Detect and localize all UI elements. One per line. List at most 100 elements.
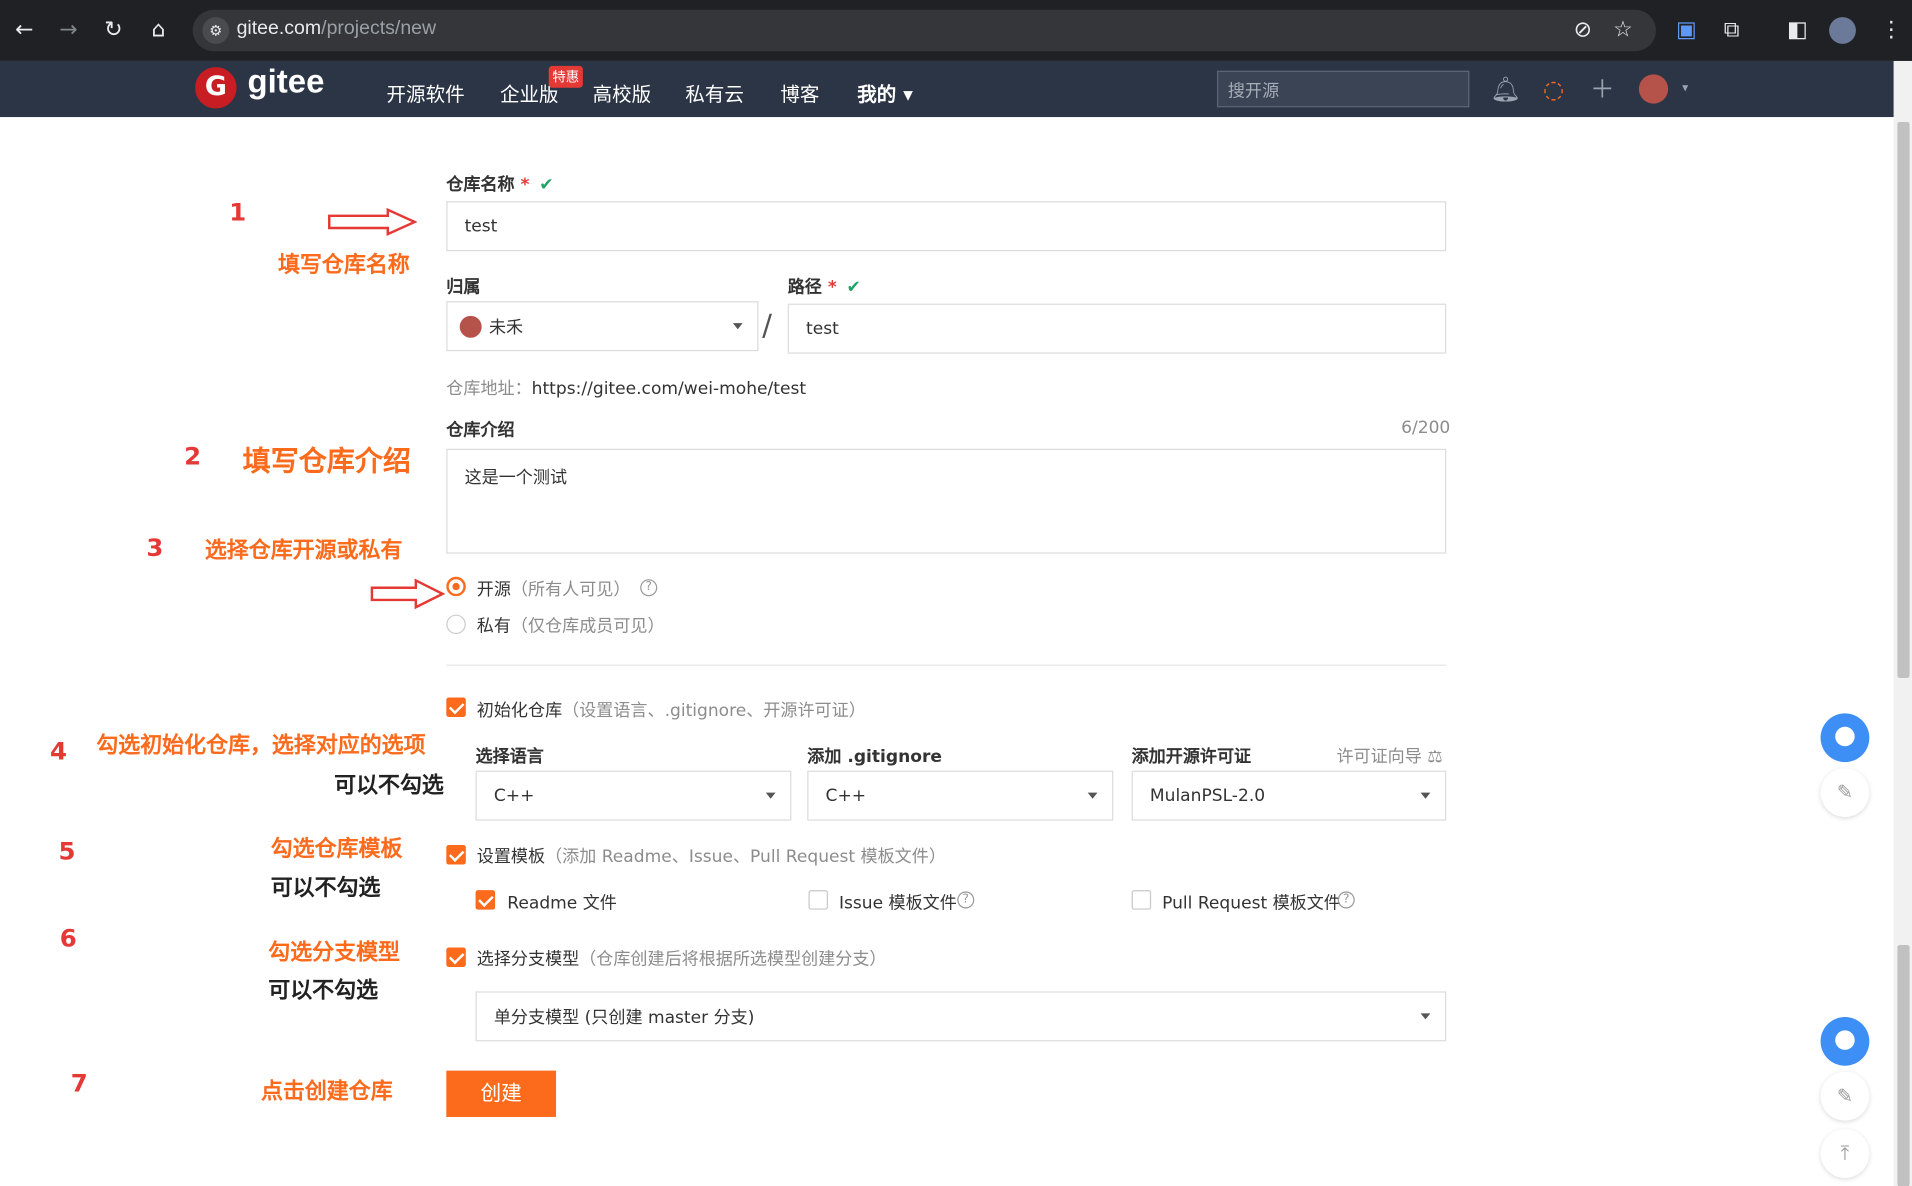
scrollbar-thumb[interactable] — [1897, 121, 1910, 678]
license-guide-link[interactable]: 许可证向导 ⚖ — [1336, 744, 1442, 768]
pr-template-checkbox[interactable] — [1131, 890, 1152, 910]
nav-item-blog[interactable]: 博客 — [780, 78, 819, 107]
path-separator: / — [762, 308, 772, 343]
private-radio[interactable] — [446, 614, 466, 635]
check-icon: ✔ — [846, 278, 861, 298]
page: ← → ↻ ⌂ ⚙ gitee.com/projects/new ⊘ ☆ ▣ ⧉… — [0, 0, 1912, 1186]
bell-icon[interactable]: 🔔︎ — [1490, 74, 1521, 103]
nav-item-mine-label: 我的 — [857, 82, 897, 107]
annotation-number-6: 6 — [59, 923, 77, 953]
star-icon[interactable]: ☆ — [1610, 17, 1637, 44]
desc-char-count: 6/200 — [1401, 418, 1451, 438]
forward-icon[interactable]: → — [55, 17, 82, 44]
site-info-icon[interactable]: ⚙ — [202, 17, 230, 44]
home-icon[interactable]: ⌂ — [145, 17, 172, 44]
template-checkbox[interactable] — [446, 845, 466, 865]
branch-model-checkbox[interactable] — [446, 947, 466, 967]
repo-address-value: https://gitee.com/wei-mohe/test — [531, 379, 807, 399]
help-icon[interactable]: ? — [1337, 891, 1355, 909]
license-select[interactable]: MulanPSL-2.0 — [1131, 770, 1447, 821]
user-avatar[interactable] — [1638, 74, 1669, 104]
side-panel-icon[interactable]: ◧ — [1784, 17, 1811, 44]
private-option[interactable]: 私有（仅仓库成员可见） — [477, 613, 665, 637]
init-repo-option[interactable]: 初始化仓库（设置语言、.gitignore、开源许可证） — [477, 697, 866, 721]
public-radio[interactable] — [446, 576, 466, 597]
branch-model-option[interactable]: 选择分支模型（仓库创建后将根据所选模型创建分支） — [477, 946, 887, 970]
feedback-edit-icon[interactable]: ✎ — [1820, 1071, 1870, 1121]
help-icon[interactable]: ? — [957, 891, 975, 909]
chevron-down-icon — [1087, 792, 1098, 799]
back-icon[interactable]: ← — [11, 17, 38, 44]
chat-assistant-icon[interactable] — [1820, 713, 1870, 763]
arrow-right-icon — [370, 578, 446, 610]
annotation-text-1: 填写仓库名称 — [278, 252, 410, 279]
annotation-number-7: 7 — [70, 1068, 88, 1098]
annotation-number-3: 3 — [146, 532, 164, 563]
path-label: 路径 * ✔ — [788, 274, 861, 298]
profile-avatar-icon[interactable] — [1829, 17, 1856, 44]
chevron-down-icon[interactable]: ▾ — [1671, 74, 1700, 103]
extensions-icon[interactable]: ⧉ — [1718, 17, 1745, 44]
back-to-top-icon[interactable]: ⤒ — [1820, 1129, 1870, 1178]
arrow-right-icon — [328, 207, 418, 237]
template-option[interactable]: 设置模板（添加 Readme、Issue、Pull Request 模板文件） — [477, 844, 946, 868]
feedback-edit-icon[interactable]: ✎ — [1820, 768, 1870, 817]
promo-badge: 特惠 — [548, 65, 583, 88]
nav-item-education[interactable]: 高校版 — [593, 78, 652, 107]
public-option[interactable]: 开源（所有人可见） — [477, 577, 631, 601]
pr-template-label[interactable]: Pull Request 模板文件 — [1162, 890, 1341, 914]
annotation-text-6: 勾选分支模型 — [268, 940, 400, 966]
chat-assistant-icon[interactable] — [1820, 1016, 1870, 1066]
public-hint: （所有人可见） — [510, 580, 631, 600]
branch-model-value: 单分支模型 (只创建 master 分支) — [493, 1007, 755, 1028]
annotation-number-4: 4 — [49, 736, 67, 766]
menu-icon[interactable]: ⋮ — [1878, 17, 1905, 44]
owner-select[interactable]: 未禾 — [446, 301, 759, 352]
annotation-number-5: 5 — [58, 836, 76, 866]
annotation-text-5: 勾选仓库模板 — [270, 836, 403, 863]
reload-icon[interactable]: ↻ — [100, 17, 127, 44]
scale-icon: ⚖ — [1427, 747, 1443, 768]
language-label: 选择语言 — [475, 747, 544, 768]
search-input[interactable]: 搜开源 — [1216, 70, 1470, 108]
divider — [446, 664, 1447, 666]
issue-template-label[interactable]: Issue 模板文件 — [839, 890, 957, 914]
issue-template-checkbox[interactable] — [808, 890, 828, 910]
path-input[interactable]: test — [787, 303, 1447, 354]
readme-checkbox[interactable] — [475, 890, 496, 910]
eye-off-icon[interactable]: ⊘ — [1569, 17, 1596, 44]
lightbulb-icon[interactable]: ◌ — [1539, 74, 1568, 103]
gitee-logo-icon[interactable]: G — [195, 67, 237, 109]
license-value: MulanPSL-2.0 — [1149, 785, 1266, 806]
scrollbar-thumb-lower[interactable] — [1897, 945, 1910, 1186]
private-label: 私有 — [476, 617, 511, 637]
nav-item-private-cloud[interactable]: 私有云 — [685, 78, 744, 107]
nav-item-mine[interactable]: 我的 ▾ — [857, 78, 913, 107]
gitignore-label: 添加 .gitignore — [807, 747, 943, 768]
annotation-text-4: 勾选初始化仓库，选择对应的选项 — [96, 732, 426, 759]
branch-model-hint: （仓库创建后将根据所选模型创建分支） — [579, 949, 887, 970]
desc-textarea[interactable]: 这是一个测试 — [446, 448, 1447, 554]
public-label: 开源 — [476, 580, 511, 600]
logo-text[interactable]: gitee — [248, 63, 325, 101]
branch-model-select[interactable]: 单分支模型 (只创建 master 分支) — [475, 991, 1447, 1042]
address-bar[interactable]: ⚙ gitee.com/projects/new — [192, 9, 1656, 52]
help-icon[interactable]: ? — [640, 579, 658, 597]
license-label: 添加开源许可证 — [1131, 747, 1252, 768]
init-repo-label: 初始化仓库 — [476, 701, 563, 721]
owner-label: 归属 — [446, 278, 481, 298]
translate-icon[interactable]: ▣ — [1673, 17, 1700, 44]
language-select[interactable]: C++ — [475, 770, 792, 821]
annotation-text-3: 选择仓库开源或私有 — [204, 537, 403, 564]
language-value: C++ — [493, 785, 535, 806]
repo-address: 仓库地址：https://gitee.com/wei-mohe/test — [446, 376, 806, 400]
create-button[interactable]: 创建 — [446, 1070, 557, 1117]
plus-icon[interactable]: ＋ — [1588, 74, 1617, 103]
readme-label[interactable]: Readme 文件 — [507, 890, 617, 914]
gitignore-select[interactable]: C++ — [807, 770, 1114, 821]
annotation-number-1: 1 — [229, 197, 247, 227]
nav-item-open-source[interactable]: 开源软件 — [387, 78, 465, 107]
repo-name-input[interactable]: test — [446, 201, 1447, 252]
required-mark: * — [520, 175, 530, 196]
init-repo-checkbox[interactable] — [446, 697, 466, 718]
